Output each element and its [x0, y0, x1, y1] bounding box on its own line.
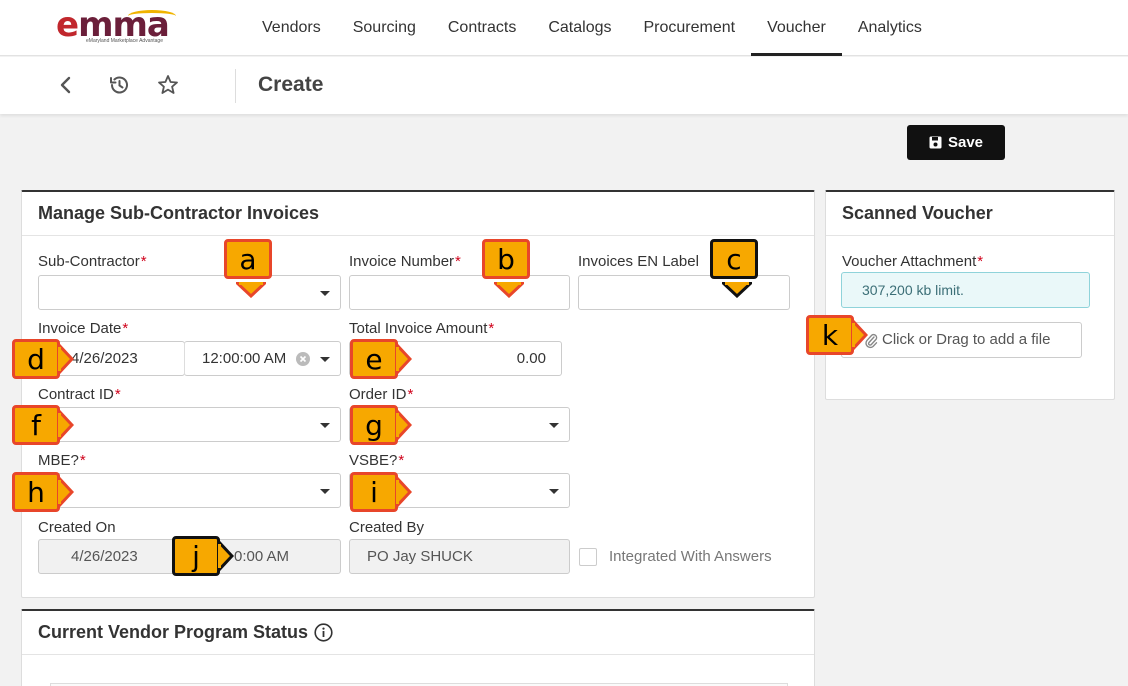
- panel-header-divider: [826, 235, 1114, 236]
- invoice-number-input[interactable]: [349, 275, 570, 310]
- callout-d: d: [12, 339, 60, 379]
- callout-tail: [396, 477, 412, 507]
- drop-text: Click or Drag to add a file: [882, 331, 1051, 348]
- file-drop-zone[interactable]: Click or Drag to add a file: [841, 322, 1082, 358]
- invoice-time-select[interactable]: 12:00:00 AM: [184, 341, 341, 376]
- callout-c: c: [710, 239, 758, 279]
- created-on-date: 4/26/2023: [71, 548, 138, 565]
- callout-tail: [58, 344, 74, 374]
- callout-h: h: [12, 472, 60, 512]
- created-by-field: PO Jay SHUCK: [349, 539, 570, 574]
- integrated-checkbox[interactable]: [579, 548, 597, 566]
- created-on-label: Created On: [38, 519, 116, 536]
- save-label: Save: [947, 134, 984, 151]
- header-divider: [235, 69, 236, 103]
- invoice-time-value: 12:00:00 AM: [202, 350, 287, 367]
- integrated-label: Integrated With Answers: [609, 548, 772, 565]
- vendor-panel-title: Current Vendor Program Status: [38, 622, 309, 642]
- contract-id-label: Contract ID*: [38, 386, 121, 403]
- callout-f: f: [12, 405, 60, 445]
- scanned-voucher-panel: Scanned Voucher Voucher Attachment* 307,…: [825, 190, 1115, 400]
- callout-tail: [722, 282, 752, 298]
- mbe-select[interactable]: [38, 473, 341, 508]
- logo-subtitle: eMaryland Marketplace Advantage: [86, 38, 163, 44]
- info-icon[interactable]: [314, 623, 333, 642]
- chevron-down-icon: [320, 357, 330, 362]
- callout-tail: [852, 320, 868, 350]
- emma-logo[interactable]: emma eMaryland Marketplace Advantage: [56, 8, 180, 48]
- top-navigation: emma eMaryland Marketplace Advantage Ven…: [0, 0, 1128, 56]
- scanned-panel-title: Scanned Voucher: [842, 203, 993, 223]
- page-title: Create: [258, 73, 324, 96]
- callout-e: e: [350, 339, 398, 379]
- callout-tail: [58, 477, 74, 507]
- created-by-label: Created By: [349, 519, 425, 536]
- chevron-left-icon: [60, 76, 71, 94]
- callout-tail: [396, 344, 412, 374]
- invoice-panel-title: Manage Sub-Contractor Invoices: [38, 203, 320, 223]
- callout-tail: [494, 282, 524, 298]
- contract-id-select[interactable]: [38, 407, 341, 442]
- callout-tail: [396, 410, 412, 440]
- total-amount-value: 0.00: [516, 350, 546, 367]
- total-amount-label: Total Invoice Amount*: [349, 320, 495, 337]
- panel-header-divider: [22, 235, 814, 236]
- invoice-date-value: 4/26/2023: [71, 350, 138, 367]
- callout-k: k: [806, 315, 854, 355]
- chevron-down-icon: [320, 423, 330, 428]
- created-on-time: 0:00 AM: [234, 548, 290, 565]
- clear-icon[interactable]: [296, 352, 310, 366]
- nav-item-catalogs[interactable]: Catalogs: [532, 0, 627, 56]
- created-by-value: PO Jay SHUCK: [367, 548, 473, 565]
- mbe-label: MBE?*: [38, 452, 86, 469]
- invoices-en-input[interactable]: [578, 275, 790, 310]
- sub-contractor-select[interactable]: [38, 275, 341, 310]
- sub-contractor-label: Sub-Contractor*: [38, 253, 147, 270]
- floppy-disk-icon: [929, 136, 942, 149]
- vendor-panel-title-wrap: Current Vendor Program Status: [38, 622, 333, 643]
- nav-item-sourcing[interactable]: Sourcing: [337, 0, 432, 56]
- invoices-en-label: Invoices EN Label: [578, 253, 699, 270]
- callout-tail: [58, 410, 74, 440]
- callout-tail: [218, 541, 234, 571]
- nav-item-voucher[interactable]: Voucher: [751, 0, 842, 56]
- nav-item-vendors[interactable]: Vendors: [246, 0, 337, 56]
- favorite-button[interactable]: [155, 72, 181, 98]
- vendor-status-panel: Current Vendor Program Status: [21, 609, 815, 686]
- callout-g: g: [350, 405, 398, 445]
- back-button[interactable]: [53, 72, 79, 98]
- sub-header: Create: [0, 57, 1128, 114]
- nav-item-contracts[interactable]: Contracts: [432, 0, 532, 56]
- panel-header-divider: [22, 654, 814, 655]
- chevron-down-icon: [549, 489, 559, 494]
- vsbe-label: VSBE?*: [349, 452, 405, 469]
- callout-tail: [236, 282, 266, 298]
- callout-i: i: [350, 472, 398, 512]
- nav-menu: Vendors Sourcing Contracts Catalogs Proc…: [246, 0, 938, 56]
- callout-a: a: [224, 239, 272, 279]
- invoice-number-label: Invoice Number*: [349, 253, 461, 270]
- logo-text: emma: [56, 5, 170, 45]
- history-icon: [110, 76, 128, 94]
- invoice-panel: Manage Sub-Contractor Invoices Sub-Contr…: [21, 190, 815, 598]
- order-id-label: Order ID*: [349, 386, 414, 403]
- save-button[interactable]: Save: [907, 125, 1005, 160]
- chevron-down-icon: [320, 291, 330, 296]
- star-icon: [158, 75, 178, 94]
- voucher-attachment-label: Voucher Attachment*: [842, 253, 984, 270]
- chevron-down-icon: [549, 423, 559, 428]
- chevron-down-icon: [320, 489, 330, 494]
- invoice-date-label: Invoice Date*: [38, 320, 129, 337]
- callout-j: j: [172, 536, 220, 576]
- callout-b: b: [482, 239, 530, 279]
- nav-item-analytics[interactable]: Analytics: [842, 0, 938, 56]
- size-limit-notice: 307,200 kb limit.: [841, 272, 1090, 308]
- nav-item-procurement[interactable]: Procurement: [628, 0, 752, 56]
- history-button[interactable]: [106, 72, 132, 98]
